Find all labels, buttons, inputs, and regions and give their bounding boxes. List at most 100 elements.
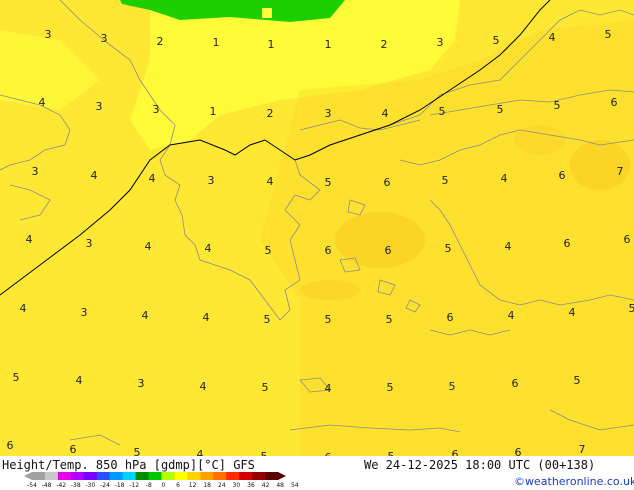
scale-label: -54 [27,482,37,489]
map-canvas: 3 3 2 1 1 1 2 3 5 4 5 4 3 3 1 2 3 4 5 5 5 6 3 4 4 3 4 5 6 5 4 6 7 4 3 4 4 5 6 6… [0,0,634,456]
scale-swatch [57,472,72,480]
scale-swatch [109,472,123,480]
scale-label: -8 [145,482,152,489]
warm-spot-south [300,280,360,300]
temperature-value: 5 [386,313,393,326]
scale-swatch [213,472,227,480]
scale-label: -18 [114,482,125,489]
temperature-value: 5 [325,313,332,326]
temperature-value: 3 [96,100,103,113]
temperature-value: 4 [325,382,332,395]
temperature-value: 5 [439,105,446,118]
scale-swatch [252,472,266,480]
scale-swatch [32,472,46,480]
temperature-value: 4 [149,172,156,185]
cold-patch-gap [262,8,272,18]
temperature-value: 3 [101,32,108,45]
temperature-value: 6 [325,244,332,257]
site-credit-link[interactable]: ©weatheronline.co.uk [514,475,634,488]
scale-label: 54 [290,482,299,489]
temperature-value: 6 [452,448,459,456]
temperature-value: 3 [32,165,39,178]
temperature-value: 1 [325,38,332,51]
temperature-value: 3 [325,107,332,120]
temperature-value: 5 [445,242,452,255]
temperature-value: 7 [579,443,586,456]
temperature-value: 5 [13,371,20,384]
temperature-value: 4 [501,172,508,185]
temperature-value: 7 [617,165,624,178]
scale-swatch [226,472,240,480]
temperature-value: 5 [449,380,456,393]
temperature-value: 4 [505,240,512,253]
temperature-value: 1 [210,105,217,118]
temperature-value: 2 [157,35,164,48]
scale-swatch [265,472,279,480]
temperature-value: 4 [200,380,207,393]
temperature-value: 6 [515,446,522,456]
temperature-value: 3 [153,103,160,116]
forecast-datetime: We 24-12-2025 18:00 UTC (00+138) [364,458,596,472]
scale-label: 0 [161,482,166,489]
scale-swatch [135,472,149,480]
scale-label: 6 [176,482,180,489]
temperature-value: 3 [208,174,215,187]
scale-label: 42 [261,482,270,489]
temperature-value: 6 [512,377,519,390]
temperature-value: 6 [564,237,571,250]
scale-label: -30 [85,482,96,489]
scale-label: -42 [56,482,67,489]
temperature-value: 3 [81,306,88,319]
scale-swatch [83,472,98,480]
color-scale-bar [24,472,286,480]
temperature-value: 5 [442,174,449,187]
temperature-value: 6 [70,443,77,456]
temperature-value: 4 [91,169,98,182]
temperature-value: 6 [384,176,391,189]
temperature-value: 2 [381,38,388,51]
scale-label: 18 [203,482,212,489]
scale-label: -38 [70,482,81,489]
temperature-value: 5 [574,374,581,387]
temperature-value: 5 [387,381,394,394]
temperature-value: 4 [205,242,212,255]
scale-swatch [70,472,85,480]
warm-spot-aegean [335,212,425,268]
scale-swatch [122,472,136,480]
temperature-value: 6 [447,311,454,324]
weather-map: 3 3 2 1 1 1 2 3 5 4 5 4 3 3 1 2 3 4 5 5 5 6 3 4 4 3 4 5 6 5 4 6 7 4 3 4 4 5 6 6… [0,0,634,456]
temperature-value: 5 [554,99,561,112]
scale-label: -12 [129,482,140,489]
temperature-value: 4 [39,96,46,109]
temperature-value: 3 [86,237,93,250]
scale-swatch [200,472,214,480]
color-scale-labels: -54 -48 -42 -38 -30 -24 -18 -12 -8 0 6 12 18 24 30 36 42… [22,482,302,490]
scale-label: 30 [232,482,241,489]
temperature-value: 4 [569,306,576,319]
temperature-value: 5 [605,28,612,41]
temperature-value: 5 [262,381,269,394]
temperature-value: 5 [264,313,271,326]
temperature-value: 2 [267,107,274,120]
scale-arrow-right [278,472,286,480]
scale-swatch [187,472,201,480]
temperature-value: 4 [267,175,274,188]
temperature-value: 5 [265,244,272,257]
temperature-value: 1 [213,36,220,49]
scale-swatch [239,472,253,480]
scale-swatch [148,472,162,480]
scale-swatch [96,472,110,480]
scale-swatch [174,472,188,480]
scale-label: 24 [217,482,226,489]
temperature-value: 3 [138,377,145,390]
temperature-value: 4 [20,302,27,315]
temperature-value: 5 [325,176,332,189]
temperature-value: 6 [624,233,631,246]
scale-label: -24 [100,482,110,489]
temperature-value: 3 [45,28,52,41]
temperature-value: 6 [7,439,14,452]
scale-label: 36 [247,482,255,489]
temperature-value: 3 [437,36,444,49]
temperature-value: 4 [382,107,389,120]
scale-arrow-left [24,472,32,480]
